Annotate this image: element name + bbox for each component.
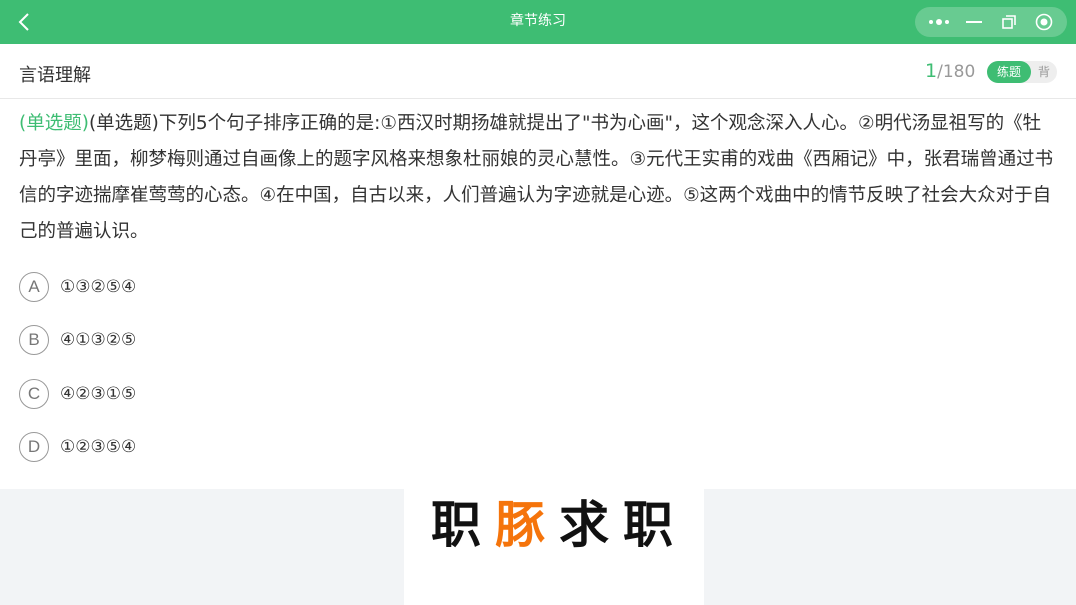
option-d[interactable]: D ①②③⑤④ <box>19 430 136 464</box>
close-button[interactable] <box>1029 9 1059 35</box>
question-progress: 1/180 <box>925 60 975 82</box>
restore-button[interactable] <box>994 9 1024 35</box>
brand-logo-text: 职豚求职 <box>404 493 704 557</box>
title-bar: 章节练习 <box>0 0 1076 44</box>
section-title: 言语理解 <box>19 65 91 86</box>
option-text: ①③②⑤④ <box>60 277 137 297</box>
option-letter: B <box>19 325 49 355</box>
brand-char-1: 职 <box>431 496 495 554</box>
more-icon <box>928 19 949 25</box>
current-question-number: 1 <box>925 60 938 82</box>
minimize-icon <box>965 21 982 23</box>
restore-icon <box>1001 15 1016 29</box>
back-button[interactable] <box>10 8 38 36</box>
section-header: 言语理解 1/180 练题 背 <box>0 44 1076 99</box>
option-letter: A <box>19 272 49 302</box>
option-text: ④②③①⑤ <box>60 384 137 404</box>
total-questions: /180 <box>937 62 976 82</box>
question-text: (单选题)下列5个句子排序正确的是:①西汉时期扬雄就提出了"书为心画"，这个观念… <box>19 113 1054 242</box>
minimize-button[interactable] <box>959 9 989 35</box>
chevron-left-icon <box>18 13 29 31</box>
close-circle-icon <box>1035 13 1052 31</box>
footer-area: 职豚求职 <box>0 489 1076 605</box>
brand-banner[interactable]: 职豚求职 <box>404 489 704 605</box>
window-capsule <box>915 7 1067 37</box>
more-button[interactable] <box>924 9 954 35</box>
brand-char-2: 豚 <box>495 496 559 554</box>
option-letter: D <box>19 432 49 462</box>
question-stem: (单选题)(单选题)下列5个句子排序正确的是:①西汉时期扬雄就提出了"书为心画"… <box>19 106 1059 250</box>
brand-char-3: 求职 <box>559 496 687 554</box>
option-text: ①②③⑤④ <box>60 437 137 457</box>
mode-practice-button[interactable]: 练题 <box>987 61 1031 83</box>
option-c[interactable]: C ④②③①⑤ <box>19 377 136 411</box>
mode-recite-button[interactable]: 背 <box>1031 61 1057 83</box>
question-type-label: (单选题) <box>19 113 89 134</box>
mode-toggle: 练题 背 <box>987 61 1057 83</box>
option-a[interactable]: A ①③②⑤④ <box>19 270 136 304</box>
option-letter: C <box>19 379 49 409</box>
option-b[interactable]: B ④①③②⑤ <box>19 323 136 357</box>
option-text: ④①③②⑤ <box>60 330 137 350</box>
